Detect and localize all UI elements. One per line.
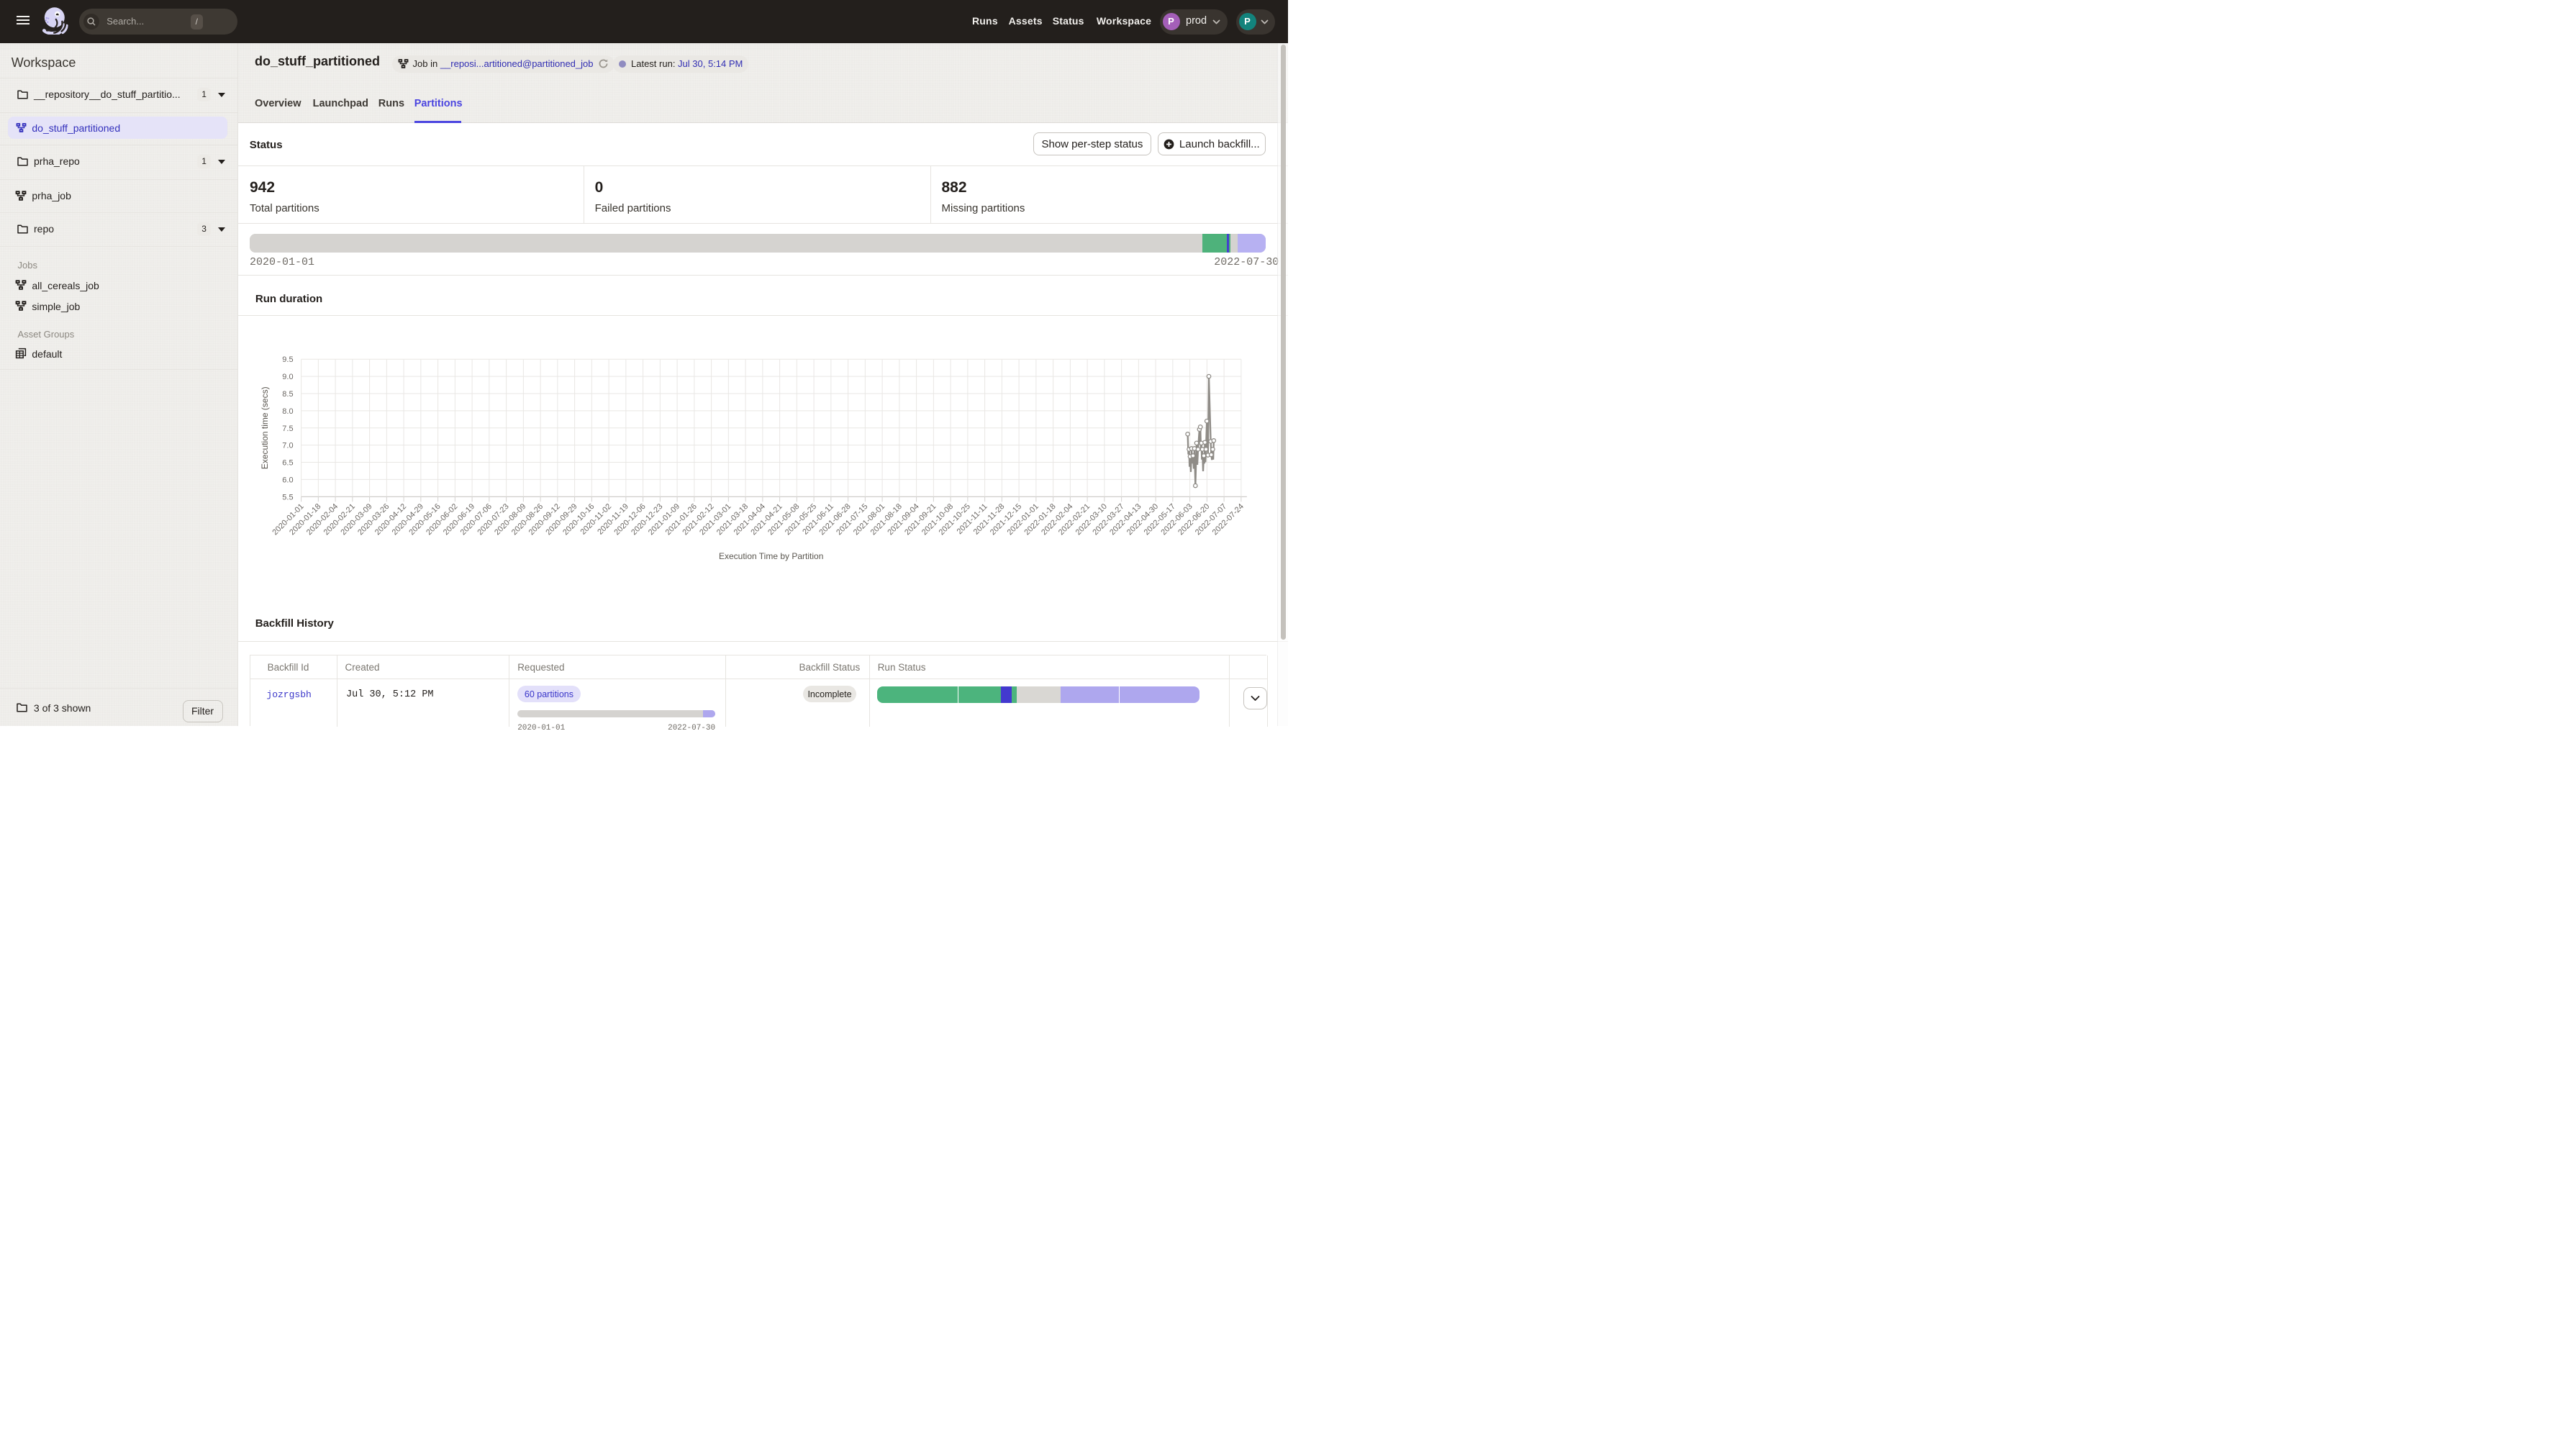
svg-text:7.0: 7.0 xyxy=(282,442,293,450)
svg-text:9.5: 9.5 xyxy=(282,356,293,365)
svg-text:7.5: 7.5 xyxy=(282,425,293,433)
svg-text:9.0: 9.0 xyxy=(282,373,293,381)
svg-text:6.5: 6.5 xyxy=(282,459,293,468)
svg-text:8.5: 8.5 xyxy=(282,390,293,399)
svg-text:Execution Time by Partition: Execution Time by Partition xyxy=(719,551,823,561)
svg-text:5.5: 5.5 xyxy=(282,494,293,502)
svg-text:8.0: 8.0 xyxy=(282,407,293,416)
svg-text:6.0: 6.0 xyxy=(282,476,293,485)
svg-text:Execution time (secs): Execution time (secs) xyxy=(260,387,270,470)
